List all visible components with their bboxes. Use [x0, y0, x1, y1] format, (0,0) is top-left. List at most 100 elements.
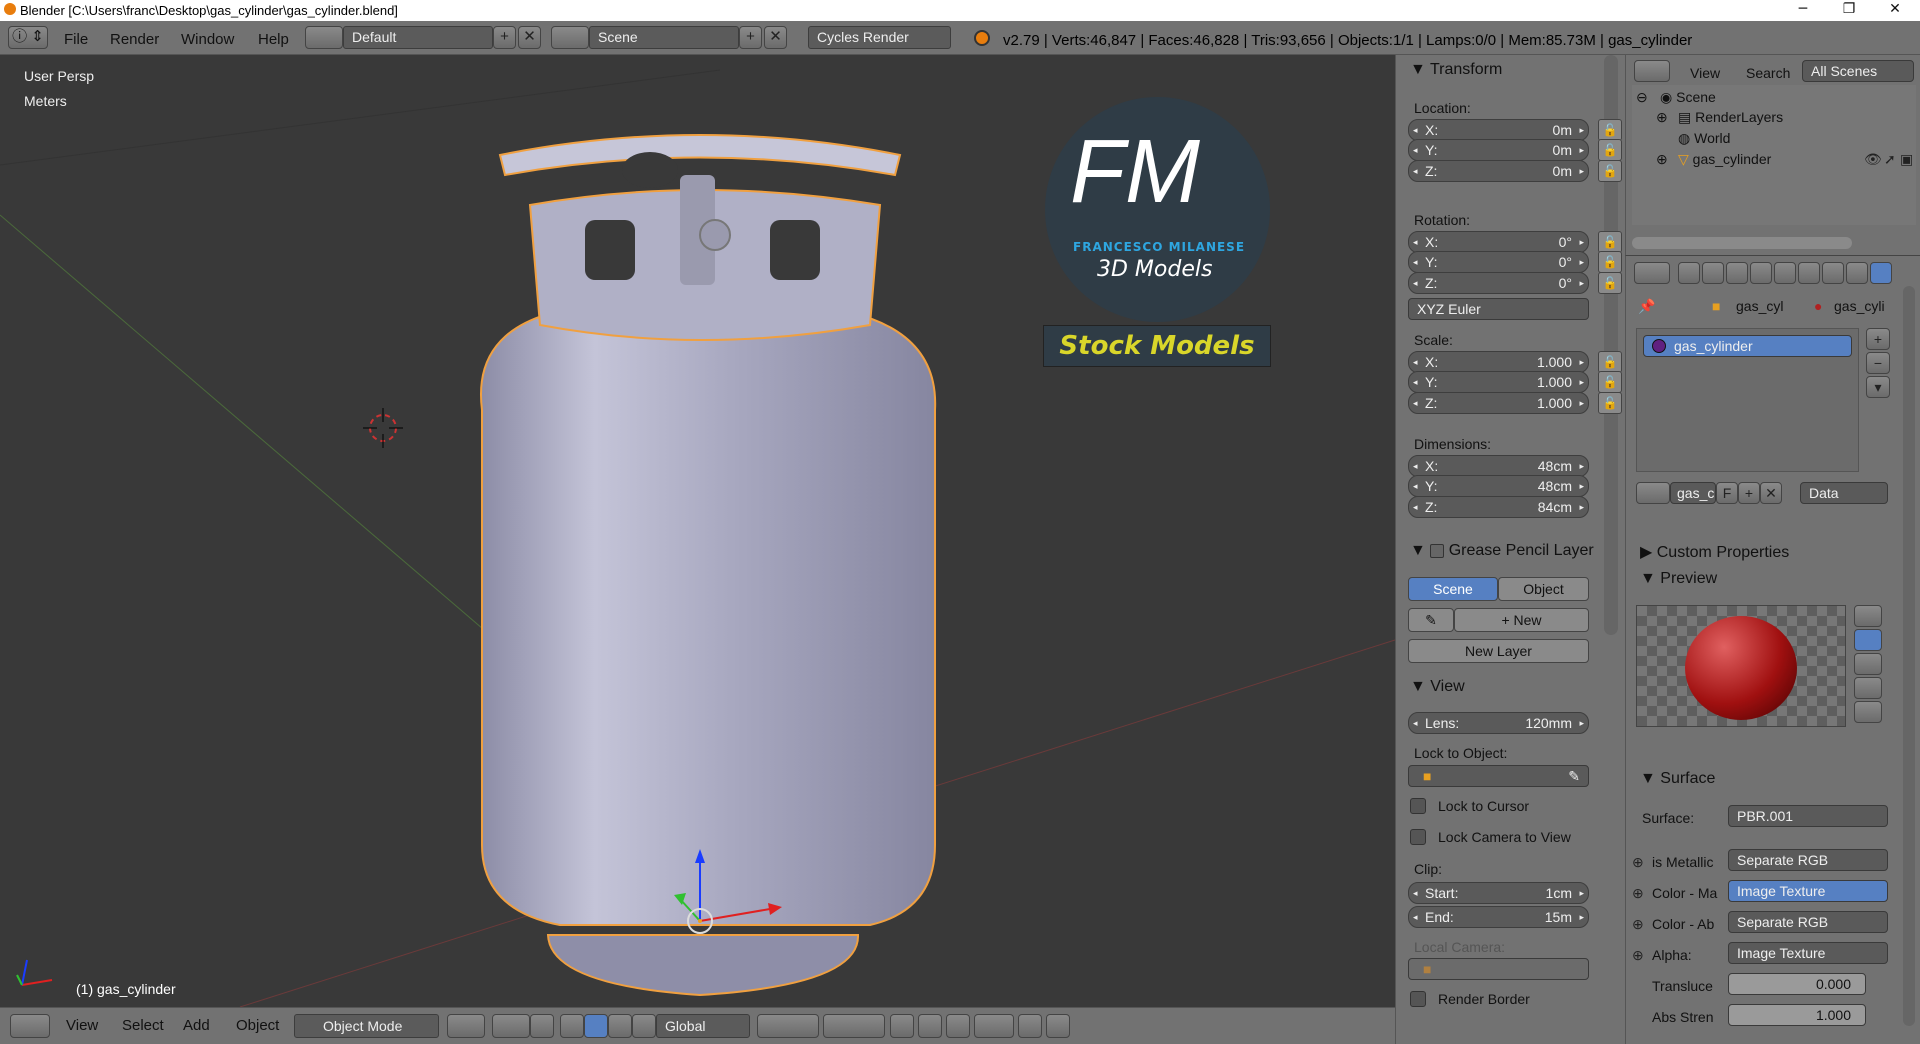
location-x-field[interactable]: ◂ X: 0m ▸ — [1408, 119, 1589, 141]
render-opengl-button[interactable] — [1018, 1014, 1042, 1038]
menu-select[interactable]: Select — [122, 1017, 164, 1034]
add-screen-icon[interactable]: + — [493, 26, 516, 49]
location-z-lock-icon[interactable]: 🔓 — [1598, 159, 1622, 182]
render-border-checkbox[interactable] — [1410, 991, 1426, 1007]
render-engine-select[interactable]: Cycles Render — [808, 26, 951, 49]
menu-add[interactable]: Add — [183, 1017, 210, 1034]
new-material-button[interactable]: + — [1738, 482, 1760, 504]
snap-toggle-button[interactable] — [946, 1014, 970, 1038]
dimensions-x-field[interactable]: ◂ X: 48cm ▸ — [1408, 455, 1589, 477]
layers-grid-a[interactable] — [757, 1014, 819, 1038]
location-y-lock-icon[interactable]: 🔓 — [1598, 139, 1622, 162]
transform-panel-header[interactable]: ▼ Transform — [1410, 61, 1502, 79]
screen-layout-icon[interactable] — [305, 26, 343, 49]
location-x-lock-icon[interactable]: 🔓 — [1598, 119, 1622, 141]
outliner-item-gas-cylinder[interactable]: ▽ gas_cylinder — [1678, 151, 1771, 168]
pin-icon[interactable]: 📌 — [1638, 298, 1655, 315]
rotation-z-field[interactable]: ◂ Z: 0° ▸ — [1408, 271, 1589, 294]
grease-pencil-enable-checkbox[interactable] — [1430, 543, 1445, 558]
dimensions-y-field[interactable]: ◂ Y: 48cm ▸ — [1408, 475, 1589, 498]
clip-start-field[interactable]: ◂ Start: 1cm ▸ — [1408, 882, 1589, 904]
preview-monkey-button[interactable] — [1854, 677, 1882, 699]
modifiers-tab-icon[interactable] — [1822, 262, 1844, 284]
dimensions-z-field[interactable]: ◂ Z: 84cm ▸ — [1408, 495, 1589, 518]
scale-y-field[interactable]: ◂ Y: 1.000 ▸ — [1408, 371, 1589, 394]
menu-help[interactable]: Help — [258, 31, 289, 48]
input-link-icon[interactable]: ⊕ — [1632, 854, 1644, 871]
manipulator-translate-button[interactable] — [560, 1014, 584, 1038]
input-color-ma-select[interactable]: Image Texture — [1728, 880, 1888, 902]
material-slot-item[interactable]: gas_cylinder — [1643, 335, 1852, 357]
viewport-shading-button[interactable] — [447, 1014, 485, 1038]
scale-x-field[interactable]: ◂ X: 1.000 ▸ — [1408, 351, 1589, 373]
input-metallic-select[interactable]: Separate RGB — [1728, 849, 1888, 871]
menu-render[interactable]: Render — [110, 31, 159, 48]
abs-strength-field[interactable]: 1.000 — [1728, 1004, 1866, 1026]
material-tab-icon[interactable] — [1870, 262, 1892, 284]
input-color-ab-select[interactable]: Separate RGB — [1728, 911, 1888, 933]
scale-x-lock-icon[interactable]: 🔓 — [1598, 351, 1622, 373]
preview-cube-button[interactable] — [1854, 653, 1882, 675]
lens-field[interactable]: ◂ Lens: 120mm ▸ — [1408, 712, 1589, 734]
scale-y-lock-icon[interactable]: 🔓 — [1598, 371, 1622, 394]
lock-object-field[interactable]: ■ ✎ — [1408, 765, 1589, 787]
properties-editor-type-button[interactable] — [1634, 262, 1670, 284]
3d-viewport[interactable]: User Persp Meters (1) gas_cylinder FM FR… — [0, 55, 1395, 1007]
menu-view[interactable]: View — [66, 1017, 98, 1034]
menu-file[interactable]: File — [64, 31, 88, 48]
preview-sphere-button[interactable] — [1854, 629, 1882, 651]
menu-object[interactable]: Object — [236, 1017, 279, 1034]
browse-material-button[interactable] — [1636, 482, 1670, 504]
custom-properties-header[interactable]: ▶ Custom Properties — [1640, 542, 1789, 562]
location-z-field[interactable]: ◂ Z: 0m ▸ — [1408, 159, 1589, 182]
render-layers-tab-icon[interactable] — [1702, 262, 1724, 284]
material-name-field[interactable]: gas_c — [1670, 482, 1716, 504]
render-animation-button[interactable] — [1046, 1014, 1070, 1038]
data-tab-icon[interactable] — [1846, 262, 1868, 284]
breadcrumb-material[interactable]: gas_cyli — [1834, 298, 1885, 314]
render-tab-icon[interactable] — [1678, 262, 1700, 284]
object-tab-icon[interactable] — [1774, 262, 1796, 284]
outliner-hscrollbar[interactable] — [1632, 237, 1852, 249]
transform-orientation-select[interactable]: Global — [656, 1014, 750, 1038]
constraints-tab-icon[interactable] — [1798, 262, 1820, 284]
surface-shader-select[interactable]: PBR.001 — [1728, 805, 1888, 827]
outliner-item-world[interactable]: ◍ World — [1678, 130, 1730, 147]
lock-layers-button[interactable] — [890, 1014, 914, 1038]
proportional-edit-button[interactable] — [918, 1014, 942, 1038]
pivot-point-button[interactable] — [492, 1014, 530, 1038]
delete-screen-icon[interactable]: ✕ — [518, 26, 541, 49]
scale-z-lock-icon[interactable]: 🔓 — [1598, 391, 1622, 414]
expand-object-icon[interactable]: ⊕ — [1656, 151, 1668, 168]
visibility-eye-icon[interactable]: 👁 — [1864, 151, 1882, 168]
manipulator-rotate-button[interactable] — [584, 1014, 608, 1038]
expand-scene-icon[interactable]: ⊖ — [1636, 89, 1648, 106]
preview-flat-button[interactable] — [1854, 605, 1882, 627]
location-y-field[interactable]: ◂ Y: 0m ▸ — [1408, 139, 1589, 162]
snap-element-button[interactable] — [974, 1014, 1014, 1038]
outliner-menu-view[interactable]: View — [1690, 65, 1720, 81]
rotation-x-lock-icon[interactable]: 🔓 — [1598, 231, 1622, 253]
maximize-button[interactable]: ❐ — [1826, 0, 1872, 21]
outliner-menu-search[interactable]: Search — [1746, 65, 1790, 81]
manipulator-extra-button[interactable] — [632, 1014, 656, 1038]
close-button[interactable]: ✕ — [1872, 0, 1918, 21]
grease-pencil-panel-header[interactable]: ▼ Grease Pencil Layer — [1410, 542, 1594, 560]
slot-specials-button[interactable]: ▾ — [1866, 376, 1890, 398]
clip-end-field[interactable]: ◂ End: 15m ▸ — [1408, 906, 1589, 928]
lock-camera-checkbox[interactable] — [1410, 829, 1426, 845]
translucency-field[interactable]: 0.000 — [1728, 973, 1866, 995]
layers-grid-b[interactable] — [823, 1014, 885, 1038]
rotation-z-lock-icon[interactable]: 🔓 — [1598, 271, 1622, 294]
input-link-icon[interactable]: ⊕ — [1632, 947, 1644, 964]
new-grease-pencil-button[interactable]: + New — [1454, 608, 1589, 632]
input-link-icon[interactable]: ⊕ — [1632, 885, 1644, 902]
scene-field[interactable]: Scene — [589, 26, 739, 49]
outliner-item-scene[interactable]: ◉ Scene — [1660, 89, 1716, 106]
scale-z-field[interactable]: ◂ Z: 1.000 ▸ — [1408, 391, 1589, 414]
minimize-button[interactable]: ─ — [1780, 0, 1826, 21]
view-panel-header[interactable]: ▼ View — [1410, 678, 1465, 696]
surface-header[interactable]: ▼ Surface — [1640, 770, 1715, 788]
info-editor-type-button[interactable]: ⓘ ⇕ — [8, 26, 48, 49]
local-camera-field[interactable]: ■ — [1408, 958, 1589, 980]
